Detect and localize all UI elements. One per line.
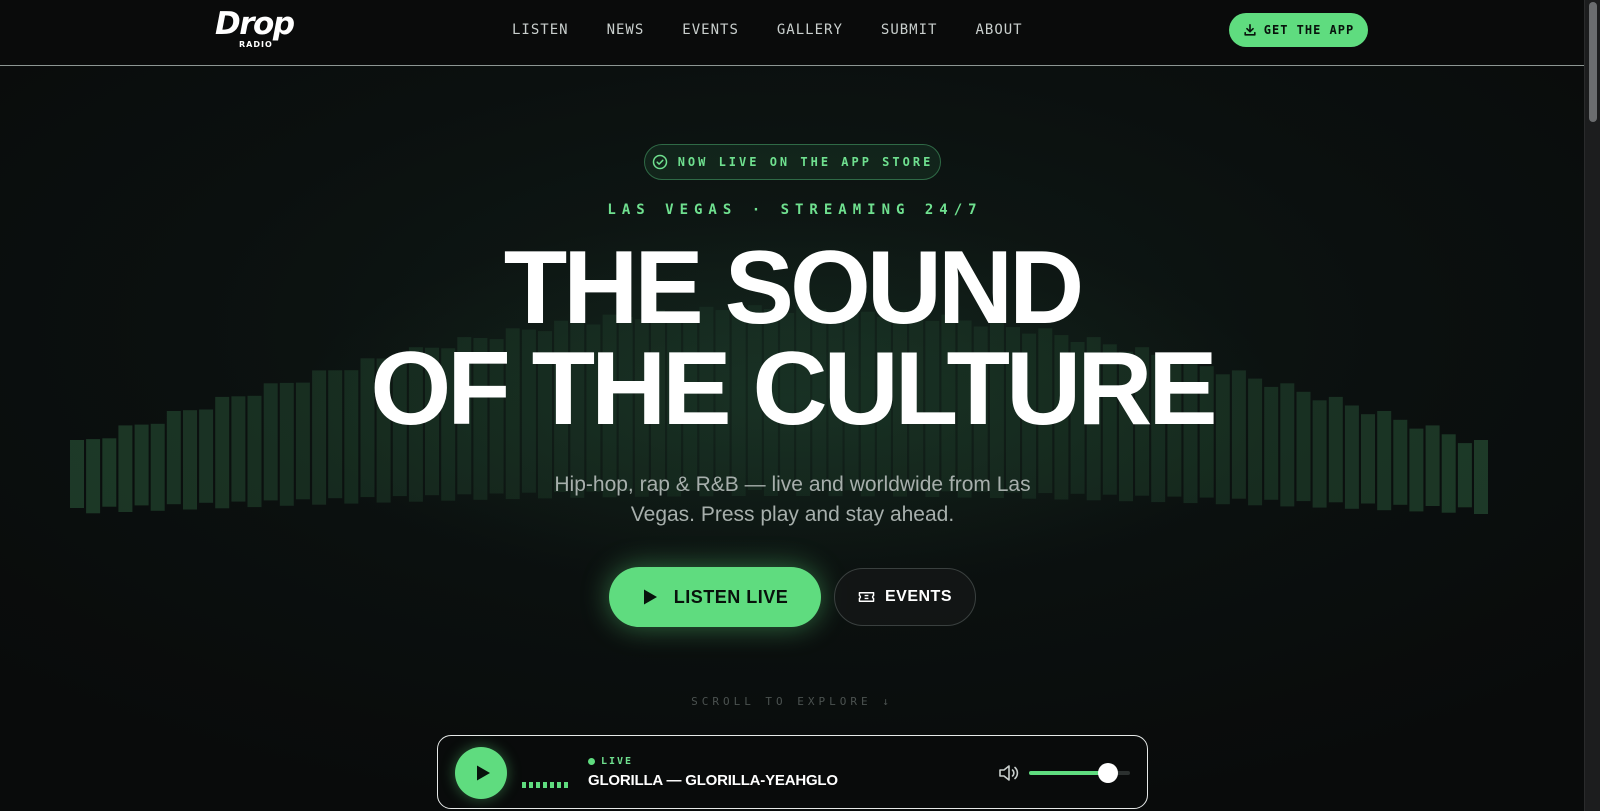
get-the-app-button[interactable]: GET THE APP bbox=[1229, 13, 1368, 47]
app-store-badge[interactable]: NOW LIVE ON THE APP STORE bbox=[644, 144, 941, 180]
logo[interactable]: Drop RADIO bbox=[215, 6, 299, 50]
get-the-app-label: GET THE APP bbox=[1263, 23, 1355, 37]
nav-link-submit[interactable]: SUBMIT bbox=[881, 22, 938, 42]
app-store-badge-label: NOW LIVE ON THE APP STORE bbox=[677, 155, 934, 169]
volume-slider-thumb[interactable] bbox=[1097, 763, 1118, 783]
equalizer-bar bbox=[564, 782, 568, 788]
page: Drop RADIO LISTEN NEWS EVENTS GALLERY SU… bbox=[0, 0, 1584, 811]
nav-links: LISTEN NEWS EVENTS GALLERY SUBMIT ABOUT bbox=[512, 22, 1023, 42]
visualizer-bar bbox=[86, 439, 101, 514]
visualizer-bar bbox=[1474, 440, 1488, 514]
live-label: LIVE bbox=[601, 756, 634, 767]
player-play-button[interactable] bbox=[455, 747, 507, 799]
logo-wordmark: Drop bbox=[215, 6, 295, 42]
equalizer-bar bbox=[522, 782, 526, 788]
events-button[interactable]: EVENTS bbox=[834, 568, 976, 626]
volume-slider-fill bbox=[1029, 771, 1108, 775]
scroll-hint: SCROLL TO EXPLORE ↓ bbox=[691, 695, 893, 708]
volume-icon[interactable] bbox=[998, 763, 1020, 783]
nav-link-events[interactable]: EVENTS bbox=[682, 22, 739, 42]
nav-link-gallery[interactable]: GALLERY bbox=[777, 22, 843, 42]
hero-headline: THE SOUND OF THE CULTURE bbox=[0, 230, 1584, 447]
visualizer-bar bbox=[1441, 434, 1456, 513]
listen-live-button[interactable]: LISTEN LIVE bbox=[609, 567, 821, 627]
hero-eyebrow: LAS VEGAS · STREAMING 24/7 bbox=[607, 202, 983, 218]
download-icon bbox=[1244, 23, 1256, 36]
equalizer-indicator bbox=[522, 782, 568, 788]
nav-link-about[interactable]: ABOUT bbox=[975, 22, 1022, 42]
logo-subtitle: RADIO bbox=[239, 40, 273, 49]
equalizer-bar bbox=[529, 782, 533, 788]
equalizer-bar bbox=[557, 782, 561, 788]
hero-subline: Hip-hop, rap & R&B — live and worldwide … bbox=[554, 473, 1031, 526]
page-scrollbar[interactable] bbox=[1584, 0, 1600, 811]
equalizer-bar bbox=[543, 782, 547, 788]
play-icon bbox=[476, 765, 490, 781]
play-icon bbox=[643, 589, 657, 605]
equalizer-bar bbox=[550, 782, 554, 788]
listen-live-label: LISTEN LIVE bbox=[673, 586, 789, 607]
nav-link-news[interactable]: NEWS bbox=[607, 22, 645, 42]
live-dot-icon bbox=[588, 758, 595, 765]
hero-headline-line-2: OF THE CULTURE bbox=[370, 331, 1217, 447]
now-playing-track: GLORILLA — GLORILLA-YEAHGLO bbox=[588, 772, 838, 789]
visualizer-bar bbox=[70, 440, 84, 508]
ticket-icon bbox=[858, 592, 875, 602]
events-label: EVENTS bbox=[884, 588, 952, 605]
live-status: LIVE bbox=[588, 756, 633, 767]
hero-headline-line-1: THE SOUND bbox=[503, 230, 1084, 346]
visualizer-bar bbox=[1409, 428, 1424, 512]
nav-link-listen[interactable]: LISTEN bbox=[512, 22, 569, 42]
page-scrollbar-thumb[interactable] bbox=[1589, 2, 1597, 122]
volume-slider[interactable] bbox=[1029, 763, 1130, 783]
check-circle-icon bbox=[652, 154, 667, 170]
visualizer-bar bbox=[1457, 443, 1472, 508]
visualizer-bar bbox=[102, 438, 117, 507]
equalizer-bar bbox=[536, 782, 540, 788]
live-player-bar: LIVE GLORILLA — GLORILLA-YEAHGLO bbox=[437, 735, 1148, 809]
top-navigation: Drop RADIO LISTEN NEWS EVENTS GALLERY SU… bbox=[0, 0, 1584, 66]
